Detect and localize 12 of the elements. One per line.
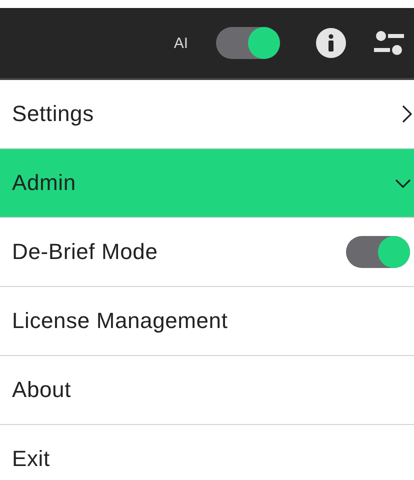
toggle-switch[interactable]: [346, 236, 410, 268]
menu-label: License Management: [12, 308, 228, 334]
ai-label: AI: [174, 34, 188, 52]
menu-label: Admin: [12, 170, 76, 196]
menu-label: About: [12, 377, 71, 403]
toggle-switch[interactable]: [216, 27, 280, 59]
menu-label: Exit: [12, 446, 50, 472]
menu-label: De-Brief Mode: [12, 239, 158, 265]
sliders-icon[interactable]: [374, 29, 404, 57]
menu-label: Settings: [12, 101, 94, 127]
info-icon[interactable]: [316, 28, 346, 58]
selected-menu-item[interactable]: Admin: [0, 149, 414, 218]
